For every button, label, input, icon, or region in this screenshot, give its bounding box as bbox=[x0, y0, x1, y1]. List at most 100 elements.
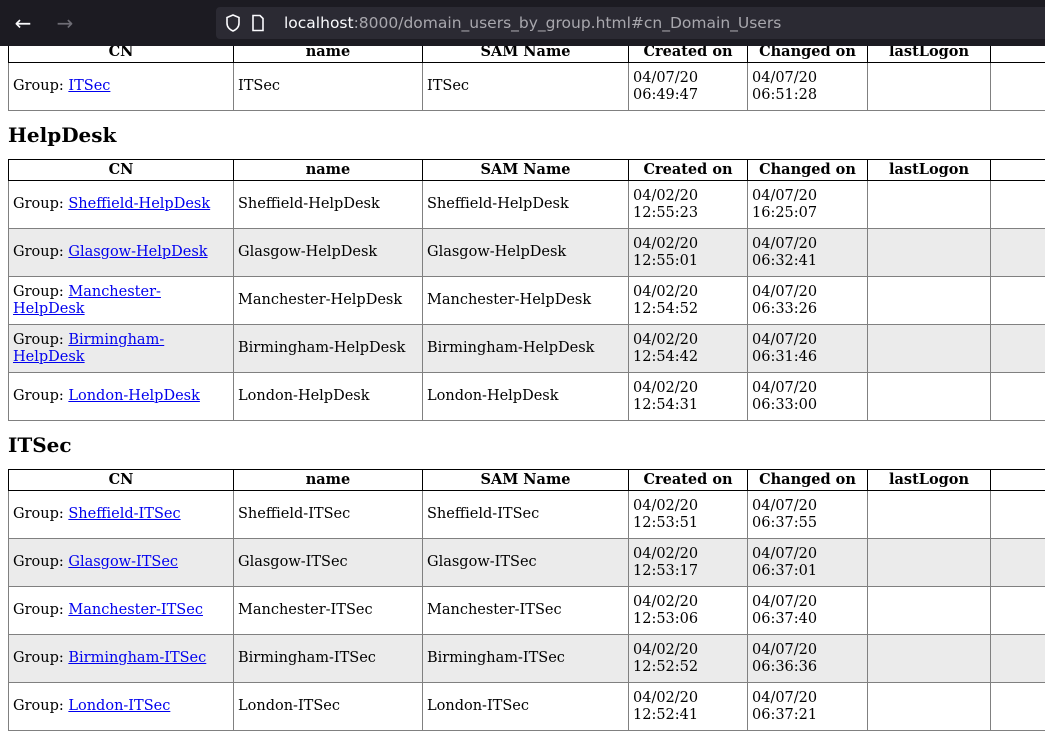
column-header-sam-name: SAM Name bbox=[422, 469, 629, 491]
url-text[interactable]: localhost:8000/domain_users_by_group.htm… bbox=[284, 7, 781, 39]
created-on-cell: 04/02/20 12:53:17 bbox=[628, 538, 748, 587]
itsec-group-table: CN name SAM Name Created on Changed on lastLo… bbox=[8, 46, 1045, 111]
table-row: Group: Birmingham-ITSec Birmingham-ITSec B… bbox=[8, 634, 1045, 683]
group-link[interactable]: Sheffield-HelpDesk bbox=[68, 196, 210, 212]
name-cell: ITSec bbox=[233, 62, 423, 111]
table-row: Group: Sheffield-ITSec Sheffield-ITSec She… bbox=[8, 490, 1045, 539]
last-logon-cell bbox=[867, 228, 991, 277]
column-header-name: name bbox=[233, 46, 423, 63]
group-link[interactable]: Birmingham-ITSec bbox=[68, 650, 206, 666]
created-date: 04/02/20 bbox=[633, 497, 699, 514]
table-header-row: CN name SAM Name Created on Changed on lastLo… bbox=[8, 469, 1045, 491]
url-bar[interactable]: localhost:8000/domain_users_by_group.htm… bbox=[216, 7, 1045, 39]
group-prefix: Group: bbox=[13, 78, 69, 94]
group-link[interactable]: London-HelpDesk bbox=[68, 388, 200, 404]
last-logon-cell bbox=[867, 62, 991, 111]
table-row: Group: Glasgow-HelpDesk Glasgow-HelpDesk G… bbox=[8, 228, 1045, 277]
sam-name-cell: Manchester-HelpDesk bbox=[422, 276, 629, 325]
group-link[interactable]: Glasgow-HelpDesk bbox=[68, 244, 207, 260]
group-prefix: Group: bbox=[13, 283, 69, 300]
created-on-cell: 04/02/20 12:55:23 bbox=[628, 180, 748, 229]
changed-date: 04/07/20 bbox=[752, 235, 818, 252]
page-icon[interactable] bbox=[250, 7, 266, 39]
created-time: 12:53:17 bbox=[633, 562, 699, 579]
back-arrow-icon[interactable]: ← bbox=[9, 9, 37, 37]
changed-on-cell: 04/07/20 06:37:55 bbox=[747, 490, 868, 539]
column-header-last-logon: lastLogon bbox=[867, 469, 991, 491]
last-logon-cell bbox=[867, 490, 991, 539]
group-link[interactable]: ITSec bbox=[68, 78, 110, 94]
changed-time: 06:37:01 bbox=[752, 562, 818, 579]
name-cell: Birmingham-ITSec bbox=[233, 634, 423, 683]
table-row: Group: Manchester-HelpDesk Manchester-Hel… bbox=[8, 276, 1045, 325]
changed-on-cell: 04/07/20 06:36:36 bbox=[747, 634, 868, 683]
shield-icon[interactable] bbox=[224, 7, 242, 39]
created-on-cell: 04/02/20 12:54:52 bbox=[628, 276, 748, 325]
table-row: Group: Manchester-ITSec Manchester-ITSec M… bbox=[8, 586, 1045, 635]
group-link[interactable]: Sheffield-ITSec bbox=[68, 506, 180, 522]
cn-cell: Group: Birmingham-HelpDesk bbox=[8, 324, 234, 373]
changed-date: 04/07/20 bbox=[752, 331, 818, 348]
extra-cell bbox=[990, 276, 1045, 325]
changed-date: 04/07/20 bbox=[752, 69, 818, 86]
changed-date: 04/07/20 bbox=[752, 641, 818, 658]
changed-on-cell: 04/07/20 06:51:28 bbox=[747, 62, 868, 111]
changed-time: 06:37:40 bbox=[752, 610, 818, 627]
group-link[interactable]: Manchester-ITSec bbox=[68, 602, 203, 618]
created-time: 12:54:31 bbox=[633, 396, 699, 413]
forward-arrow-icon[interactable]: → bbox=[51, 9, 79, 37]
created-on-cell: 04/02/20 12:52:41 bbox=[628, 682, 748, 731]
cn-cell: Group: Manchester-HelpDesk bbox=[8, 276, 234, 325]
created-date: 04/02/20 bbox=[633, 235, 699, 252]
sam-name-cell: Glasgow-ITSec bbox=[422, 538, 629, 587]
column-header-extra bbox=[990, 46, 1045, 63]
column-header-changed-on: Changed on bbox=[747, 46, 868, 63]
itsec-table: CN name SAM Name Created on Changed on lastLo… bbox=[8, 469, 1045, 731]
column-header-sam-name: SAM Name bbox=[422, 159, 629, 181]
changed-on-cell: 04/07/20 06:37:21 bbox=[747, 682, 868, 731]
table-header-row: CN name SAM Name Created on Changed on lastLo… bbox=[8, 46, 1045, 63]
changed-date: 04/07/20 bbox=[752, 187, 818, 204]
name-cell: Glasgow-HelpDesk bbox=[233, 228, 423, 277]
changed-date: 04/07/20 bbox=[752, 283, 818, 300]
created-time: 12:53:51 bbox=[633, 514, 699, 531]
changed-time: 16:25:07 bbox=[752, 204, 818, 221]
created-date: 04/02/20 bbox=[633, 187, 699, 204]
group-prefix: Group: bbox=[13, 650, 69, 666]
extra-cell bbox=[990, 490, 1045, 539]
created-time: 12:52:52 bbox=[633, 658, 699, 675]
changed-on-cell: 04/07/20 16:25:07 bbox=[747, 180, 868, 229]
cn-cell: Group: Birmingham-ITSec bbox=[8, 634, 234, 683]
column-header-created-on: Created on bbox=[628, 469, 748, 491]
changed-time: 06:32:41 bbox=[752, 252, 818, 269]
changed-date: 04/07/20 bbox=[752, 379, 818, 396]
sam-name-cell: London-HelpDesk bbox=[422, 372, 629, 421]
extra-cell bbox=[990, 180, 1045, 229]
created-on-cell: 04/02/20 12:52:52 bbox=[628, 634, 748, 683]
extra-cell bbox=[990, 538, 1045, 587]
column-header-cn: CN bbox=[8, 469, 234, 491]
column-header-last-logon: lastLogon bbox=[867, 159, 991, 181]
changed-date: 04/07/20 bbox=[752, 545, 818, 562]
name-cell: London-ITSec bbox=[233, 682, 423, 731]
table-row: Group: Sheffield-HelpDesk Sheffield-HelpD… bbox=[8, 180, 1045, 229]
group-link[interactable]: London-ITSec bbox=[68, 698, 170, 714]
changed-on-cell: 04/07/20 06:37:40 bbox=[747, 586, 868, 635]
column-header-name: name bbox=[233, 159, 423, 181]
created-date: 04/02/20 bbox=[633, 689, 699, 706]
browser-toolbar: ← → localhost:8000/domain_users_by_group… bbox=[0, 0, 1045, 46]
changed-date: 04/07/20 bbox=[752, 497, 818, 514]
group-prefix: Group: bbox=[13, 388, 69, 404]
column-header-created-on: Created on bbox=[628, 159, 748, 181]
extra-cell bbox=[990, 586, 1045, 635]
group-link[interactable]: Glasgow-ITSec bbox=[68, 554, 178, 570]
group-prefix: Group: bbox=[13, 698, 69, 714]
created-date: 04/02/20 bbox=[633, 641, 699, 658]
column-header-name: name bbox=[233, 469, 423, 491]
url-host: localhost bbox=[284, 14, 354, 32]
created-time: 12:52:41 bbox=[633, 706, 699, 723]
changed-on-cell: 04/07/20 06:37:01 bbox=[747, 538, 868, 587]
name-cell: Manchester-ITSec bbox=[233, 586, 423, 635]
created-date: 04/02/20 bbox=[633, 593, 699, 610]
sam-name-cell: Sheffield-HelpDesk bbox=[422, 180, 629, 229]
